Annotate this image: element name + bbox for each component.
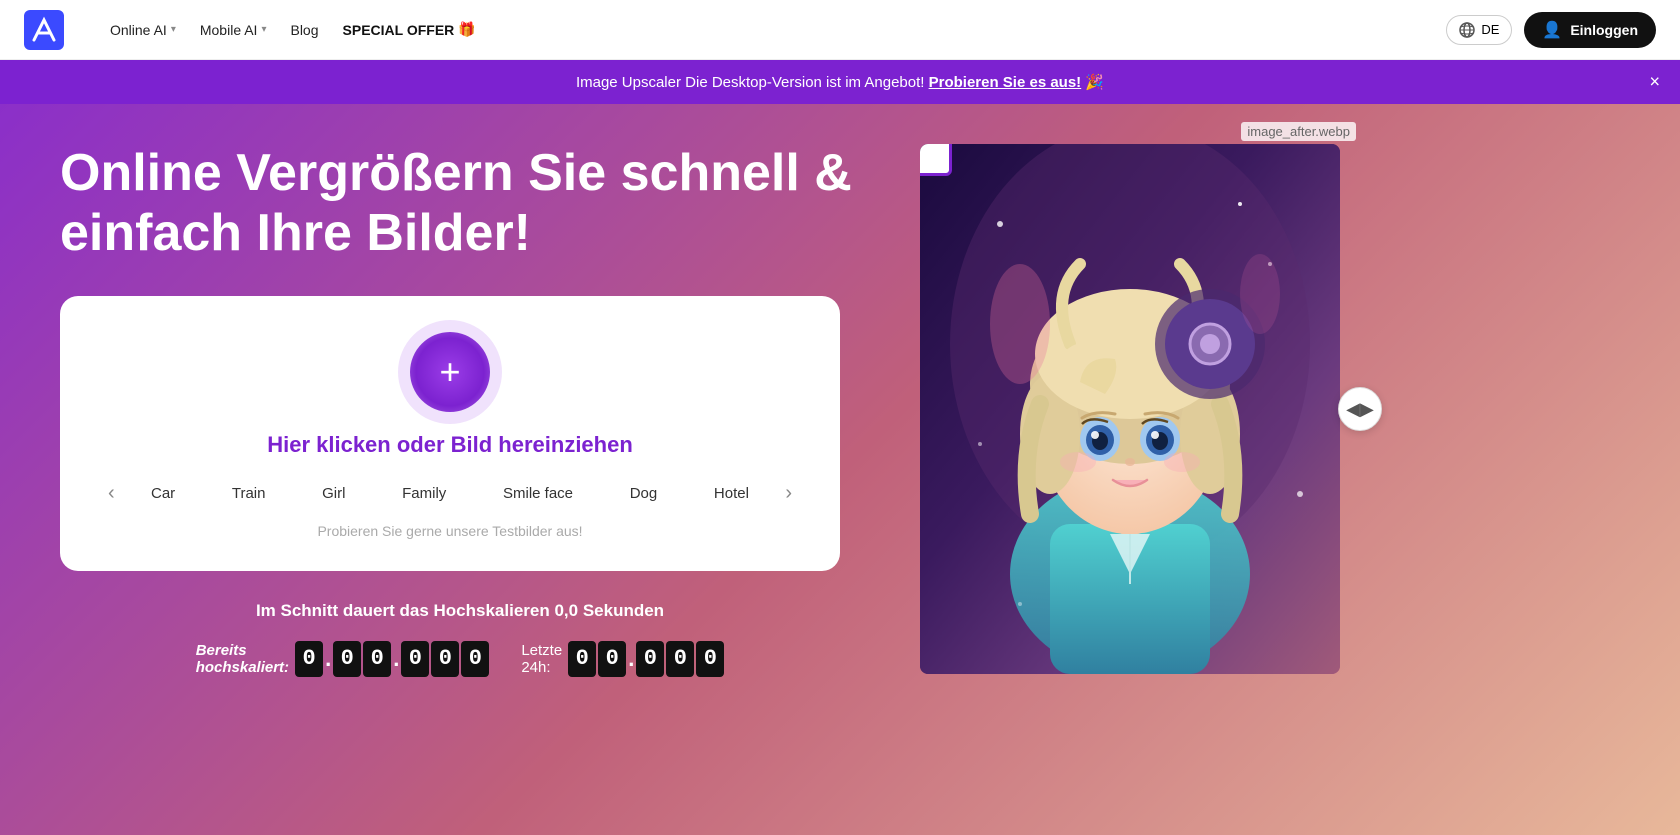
chevron-down-icon: ▾ [261, 24, 266, 35]
promo-banner: Image Upscaler Die Desktop-Version ist i… [0, 60, 1680, 104]
preview-image [920, 144, 1340, 674]
digit: 0 [666, 641, 694, 677]
sample-item-family[interactable]: Family [394, 479, 454, 508]
stats-counters: Bereitshochskaliert: 0 . 0 0 . 0 0 0 Let… [196, 641, 725, 677]
dot-separator: . [325, 646, 331, 672]
digit: 0 [696, 641, 724, 677]
special-offer-nav[interactable]: SPECIAL OFFER 🎁 [333, 15, 486, 44]
hero-right: image_after.webp [900, 144, 1360, 674]
preview-corner-handle[interactable] [920, 144, 952, 176]
hero-left: Online Vergrößern Sie schnell & einfach … [60, 144, 860, 677]
sample-item-car[interactable]: Car [143, 479, 183, 508]
digit: 0 [636, 641, 664, 677]
upload-area: + Hier klicken oder Bild hereinziehen [92, 332, 808, 458]
navbar: Online AI ▾ Mobile AI ▾ Blog SPECIAL OFF… [0, 0, 1680, 60]
digit: 0 [461, 641, 489, 677]
sample-item-girl[interactable]: Girl [314, 479, 353, 508]
sample-hint: Probieren Sie gerne unsere Testbilder au… [92, 523, 808, 539]
image-after-label: image_after.webp [1241, 122, 1356, 141]
last24-digits: 0 0 . 0 0 0 [568, 641, 724, 677]
last24-label: Letzte24h: [521, 642, 562, 676]
globe-icon [1459, 22, 1475, 38]
banner-link[interactable]: Probieren Sie es aus! [929, 74, 1082, 91]
logo-svg [30, 16, 58, 44]
mobile-ai-nav[interactable]: Mobile AI ▾ [190, 16, 277, 44]
logo[interactable] [24, 10, 68, 50]
online-ai-nav[interactable]: Online AI ▾ [100, 16, 186, 44]
language-button[interactable]: DE [1446, 15, 1512, 45]
digit: 0 [295, 641, 323, 677]
login-button[interactable]: 👤 Einloggen [1524, 12, 1656, 48]
digit: 0 [431, 641, 459, 677]
digit: 0 [568, 641, 596, 677]
upload-label[interactable]: Hier klicken oder Bild hereinziehen [267, 432, 633, 458]
last24-group: Letzte24h: 0 0 . 0 0 0 [521, 641, 724, 677]
already-label: Bereitshochskaliert: [196, 642, 289, 676]
user-icon: 👤 [1542, 20, 1562, 40]
already-digits: 0 . 0 0 . 0 0 0 [295, 641, 489, 677]
sample-items: Car Train Girl Family Smile face Dog Hot… [123, 479, 778, 508]
hero-section: Online Vergrößern Sie schnell & einfach … [0, 104, 1680, 835]
stats-bar: Im Schnitt dauert das Hochskalieren 0,0 … [60, 601, 860, 677]
sample-item-dog[interactable]: Dog [622, 479, 666, 508]
sample-item-train[interactable]: Train [224, 479, 274, 508]
nav-right: DE 👤 Einloggen [1446, 12, 1656, 48]
sample-row: ‹ Car Train Girl Family Smile face Dog H… [92, 478, 808, 509]
sample-prev-button[interactable]: ‹ [100, 478, 123, 509]
sample-next-button[interactable]: › [777, 478, 800, 509]
plus-icon: + [439, 354, 460, 390]
chevron-down-icon: ▾ [171, 24, 176, 35]
already-upscaled-group: Bereitshochskaliert: 0 . 0 0 . 0 0 0 [196, 641, 490, 677]
dot-separator: . [628, 646, 634, 672]
hero-title: Online Vergrößern Sie schnell & einfach … [60, 144, 860, 264]
logo-icon [24, 10, 64, 50]
dot-separator: . [393, 646, 399, 672]
digit: 0 [401, 641, 429, 677]
preview-image-frame [920, 144, 1340, 674]
digit: 0 [333, 641, 361, 677]
sample-item-smile[interactable]: Smile face [495, 479, 581, 508]
digit: 0 [363, 641, 391, 677]
banner-close-button[interactable]: × [1649, 72, 1660, 93]
blog-nav[interactable]: Blog [280, 16, 328, 44]
banner-text: Image Upscaler Die Desktop-Version ist i… [576, 73, 1104, 91]
preview-compare-button[interactable]: ◀▶ [1338, 387, 1382, 431]
upload-box: + Hier klicken oder Bild hereinziehen ‹ … [60, 296, 840, 571]
upload-button[interactable]: + [410, 332, 490, 412]
sample-item-hotel[interactable]: Hotel [706, 479, 757, 508]
stats-time: Im Schnitt dauert das Hochskalieren 0,0 … [256, 601, 664, 621]
digit: 0 [598, 641, 626, 677]
nav-links: Online AI ▾ Mobile AI ▾ Blog SPECIAL OFF… [100, 15, 486, 44]
